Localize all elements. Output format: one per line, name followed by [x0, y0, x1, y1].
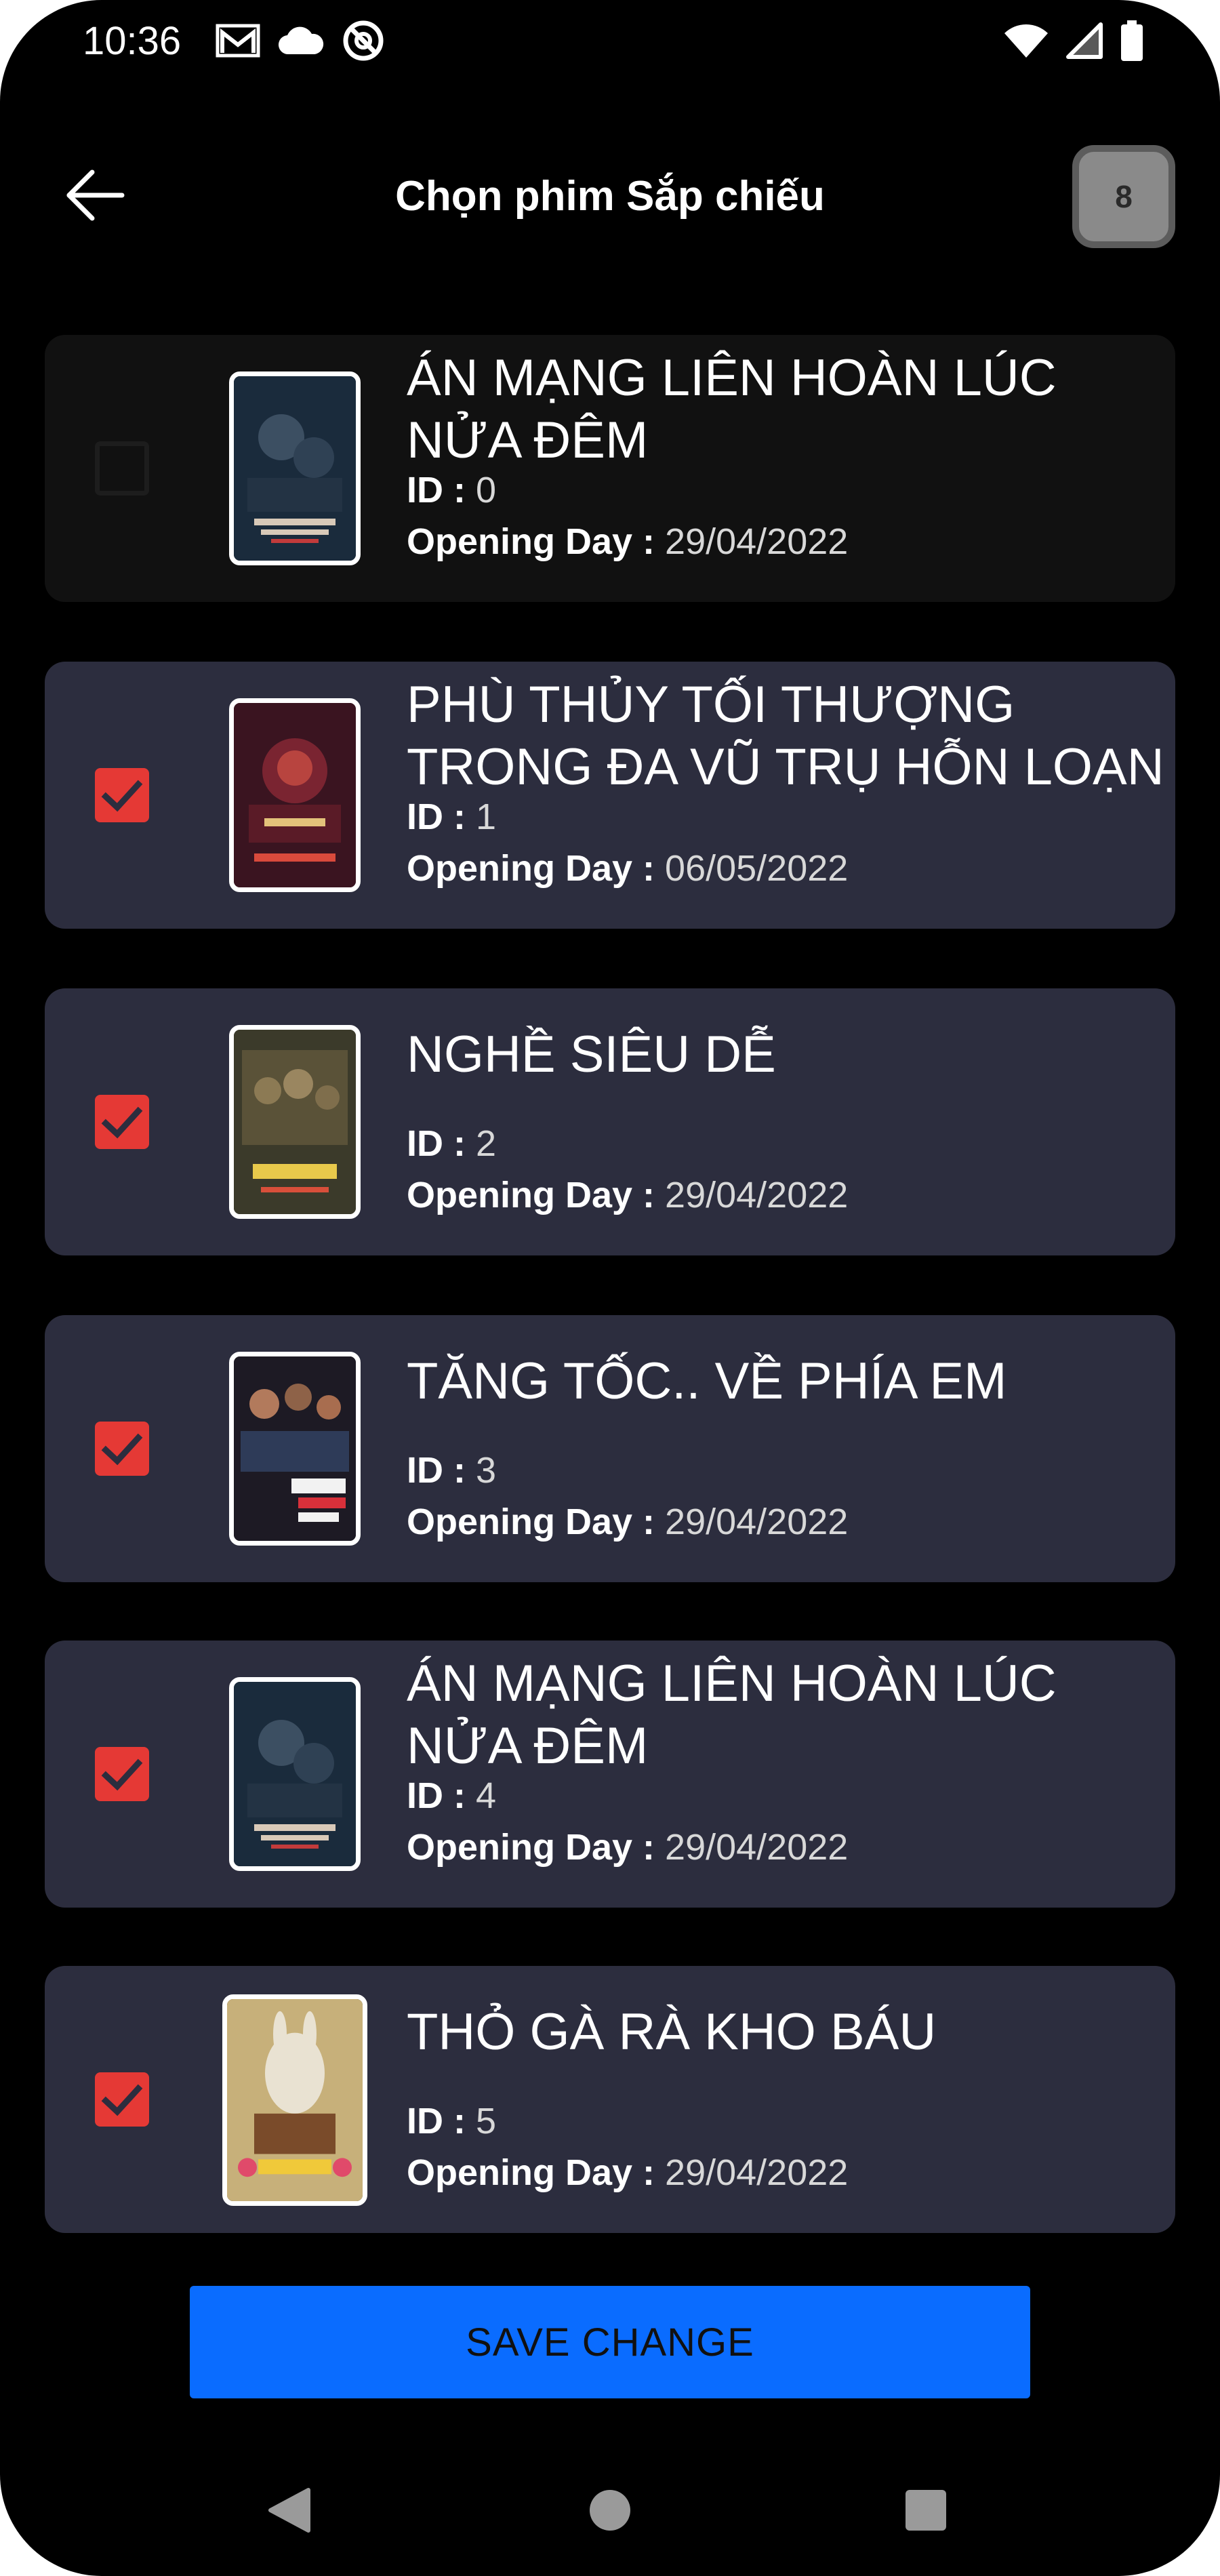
movie-id-row: ID : 3: [407, 1448, 496, 1493]
movie-id: 1: [476, 797, 497, 837]
movie-id: 5: [476, 2101, 497, 2141]
system-nav-bar: [0, 2454, 1220, 2556]
id-label: ID :: [407, 1450, 466, 1491]
phone-screen: 10:36 Chọn phim Sắp chiếu 8 ÁN MẠNG LIÊN…: [0, 0, 1220, 2576]
opening-day-label: Opening Day :: [407, 1175, 655, 1215]
movie-checkbox[interactable]: [95, 441, 149, 496]
opening-day-row: Opening Day : 29/04/2022: [407, 519, 848, 564]
status-bar: 10:36: [0, 0, 1220, 88]
id-label: ID :: [407, 1775, 466, 1816]
movie-card[interactable]: PHÙ THỦY TỐI THƯỢNG TRONG ĐA VŨ TRỤ HỖN …: [45, 662, 1175, 929]
movie-title: THỎ GÀ RÀ KHO BÁU: [407, 2003, 937, 2061]
opening-day-label: Opening Day :: [407, 1827, 655, 1868]
nav-back-button[interactable]: [256, 2478, 324, 2545]
movie-title: TĂNG TỐC.. VỀ PHÍA EM: [407, 1352, 1007, 1410]
movie-id: 2: [476, 1123, 497, 1164]
status-right-icons: [1003, 20, 1144, 64]
app-header: Chọn phim Sắp chiếu 8: [0, 136, 1220, 258]
back-triangle-icon: [266, 2486, 314, 2538]
id-label: ID :: [407, 470, 466, 510]
movie-id-row: ID : 1: [407, 794, 496, 839]
movie-info: ÁN MẠNG LIÊN HOÀN LÚC NỬA ĐÊM ID : 0 Ope…: [407, 335, 1173, 602]
movie-poster: [229, 1677, 361, 1871]
movie-info: NGHỀ SIÊU DỄ ID : 2 Opening Day : 29/04/…: [407, 988, 1173, 1255]
movie-card[interactable]: NGHỀ SIÊU DỄ ID : 2 Opening Day : 29/04/…: [45, 988, 1175, 1255]
status-left-icons: [216, 20, 385, 64]
movie-card[interactable]: ÁN MẠNG LIÊN HOÀN LÚC NỬA ĐÊM ID : 0 Ope…: [45, 335, 1175, 602]
movie-card[interactable]: THỎ GÀ RÀ KHO BÁU ID : 5 Opening Day : 2…: [45, 1966, 1175, 2233]
nav-home-button[interactable]: [576, 2478, 644, 2545]
opening-day: 06/05/2022: [665, 848, 849, 889]
opening-day-label: Opening Day :: [407, 2152, 655, 2193]
nav-recents-button[interactable]: [892, 2478, 960, 2545]
home-circle-icon: [588, 2488, 632, 2536]
opening-day: 29/04/2022: [665, 1502, 849, 1542]
movie-info: THỎ GÀ RÀ KHO BÁU ID : 5 Opening Day : 2…: [407, 1966, 1173, 2233]
selected-count-badge[interactable]: 8: [1072, 145, 1175, 248]
movie-id-row: ID : 4: [407, 1773, 496, 1818]
movie-card[interactable]: TĂNG TỐC.. VỀ PHÍA EM ID : 3 Opening Day…: [45, 1315, 1175, 1582]
movie-checkbox[interactable]: [95, 1095, 149, 1149]
movie-checkbox[interactable]: [95, 2072, 149, 2127]
movie-id-row: ID : 5: [407, 2099, 496, 2144]
status-time: 10:36: [83, 19, 182, 63]
movie-id: 3: [476, 1450, 497, 1491]
opening-day-label: Opening Day :: [407, 1502, 655, 1542]
battery-icon: [1120, 20, 1144, 65]
movie-info: PHÙ THỦY TỐI THƯỢNG TRONG ĐA VŨ TRỤ HỖN …: [407, 662, 1173, 929]
opening-day-row: Opening Day : 29/04/2022: [407, 1825, 848, 1870]
movie-poster: [229, 698, 361, 892]
opening-day: 29/04/2022: [665, 2152, 849, 2193]
movie-title: ÁN MẠNG LIÊN HOÀN LÚC NỬA ĐÊM: [407, 1655, 1057, 1775]
selected-count: 8: [1115, 179, 1133, 214]
movie-checkbox[interactable]: [95, 768, 149, 822]
id-label: ID :: [407, 797, 466, 837]
do-not-disturb-icon: [342, 19, 385, 66]
page-title: Chọn phim Sắp chiếu: [395, 173, 825, 220]
movie-info: ÁN MẠNG LIÊN HOÀN LÚC NỬA ĐÊM ID : 4 Ope…: [407, 1641, 1173, 1908]
wifi-icon: [1003, 22, 1049, 62]
movie-checkbox[interactable]: [95, 1422, 149, 1476]
opening-day-label: Opening Day :: [407, 521, 655, 562]
movie-poster: [229, 1025, 361, 1219]
movie-poster: [229, 1352, 361, 1546]
movie-card[interactable]: ÁN MẠNG LIÊN HOÀN LÚC NỬA ĐÊM ID : 4 Ope…: [45, 1641, 1175, 1908]
movie-poster: [222, 1994, 367, 2206]
opening-day-label: Opening Day :: [407, 848, 655, 889]
movie-poster: [229, 371, 361, 565]
movie-id-row: ID : 0: [407, 468, 496, 512]
movie-info: TĂNG TỐC.. VỀ PHÍA EM ID : 3 Opening Day…: [407, 1315, 1173, 1582]
opening-day: 29/04/2022: [665, 1175, 849, 1215]
cloud-icon: [278, 24, 324, 60]
movie-title: PHÙ THỦY TỐI THƯỢNG TRONG ĐA VŨ TRỤ HỖN …: [407, 676, 1164, 796]
id-label: ID :: [407, 2101, 466, 2141]
opening-day-row: Opening Day : 29/04/2022: [407, 1173, 848, 1217]
movie-title: NGHỀ SIÊU DỄ: [407, 1026, 776, 1083]
movie-id-row: ID : 2: [407, 1121, 496, 1166]
movie-id: 4: [476, 1775, 497, 1816]
opening-day-row: Opening Day : 06/05/2022: [407, 846, 848, 891]
movie-id: 0: [476, 470, 497, 510]
movie-title: ÁN MẠNG LIÊN HOÀN LÚC NỬA ĐÊM: [407, 349, 1057, 469]
gmail-icon: [216, 23, 260, 62]
save-change-button[interactable]: SAVE CHANGE: [190, 2286, 1030, 2398]
opening-day: 29/04/2022: [665, 1827, 849, 1868]
recents-square-icon: [903, 2488, 948, 2536]
opening-day: 29/04/2022: [665, 521, 849, 562]
opening-day-row: Opening Day : 29/04/2022: [407, 1500, 848, 1544]
id-label: ID :: [407, 1123, 466, 1164]
signal-icon: [1065, 22, 1103, 63]
movie-checkbox[interactable]: [95, 1747, 149, 1801]
opening-day-row: Opening Day : 29/04/2022: [407, 2150, 848, 2195]
